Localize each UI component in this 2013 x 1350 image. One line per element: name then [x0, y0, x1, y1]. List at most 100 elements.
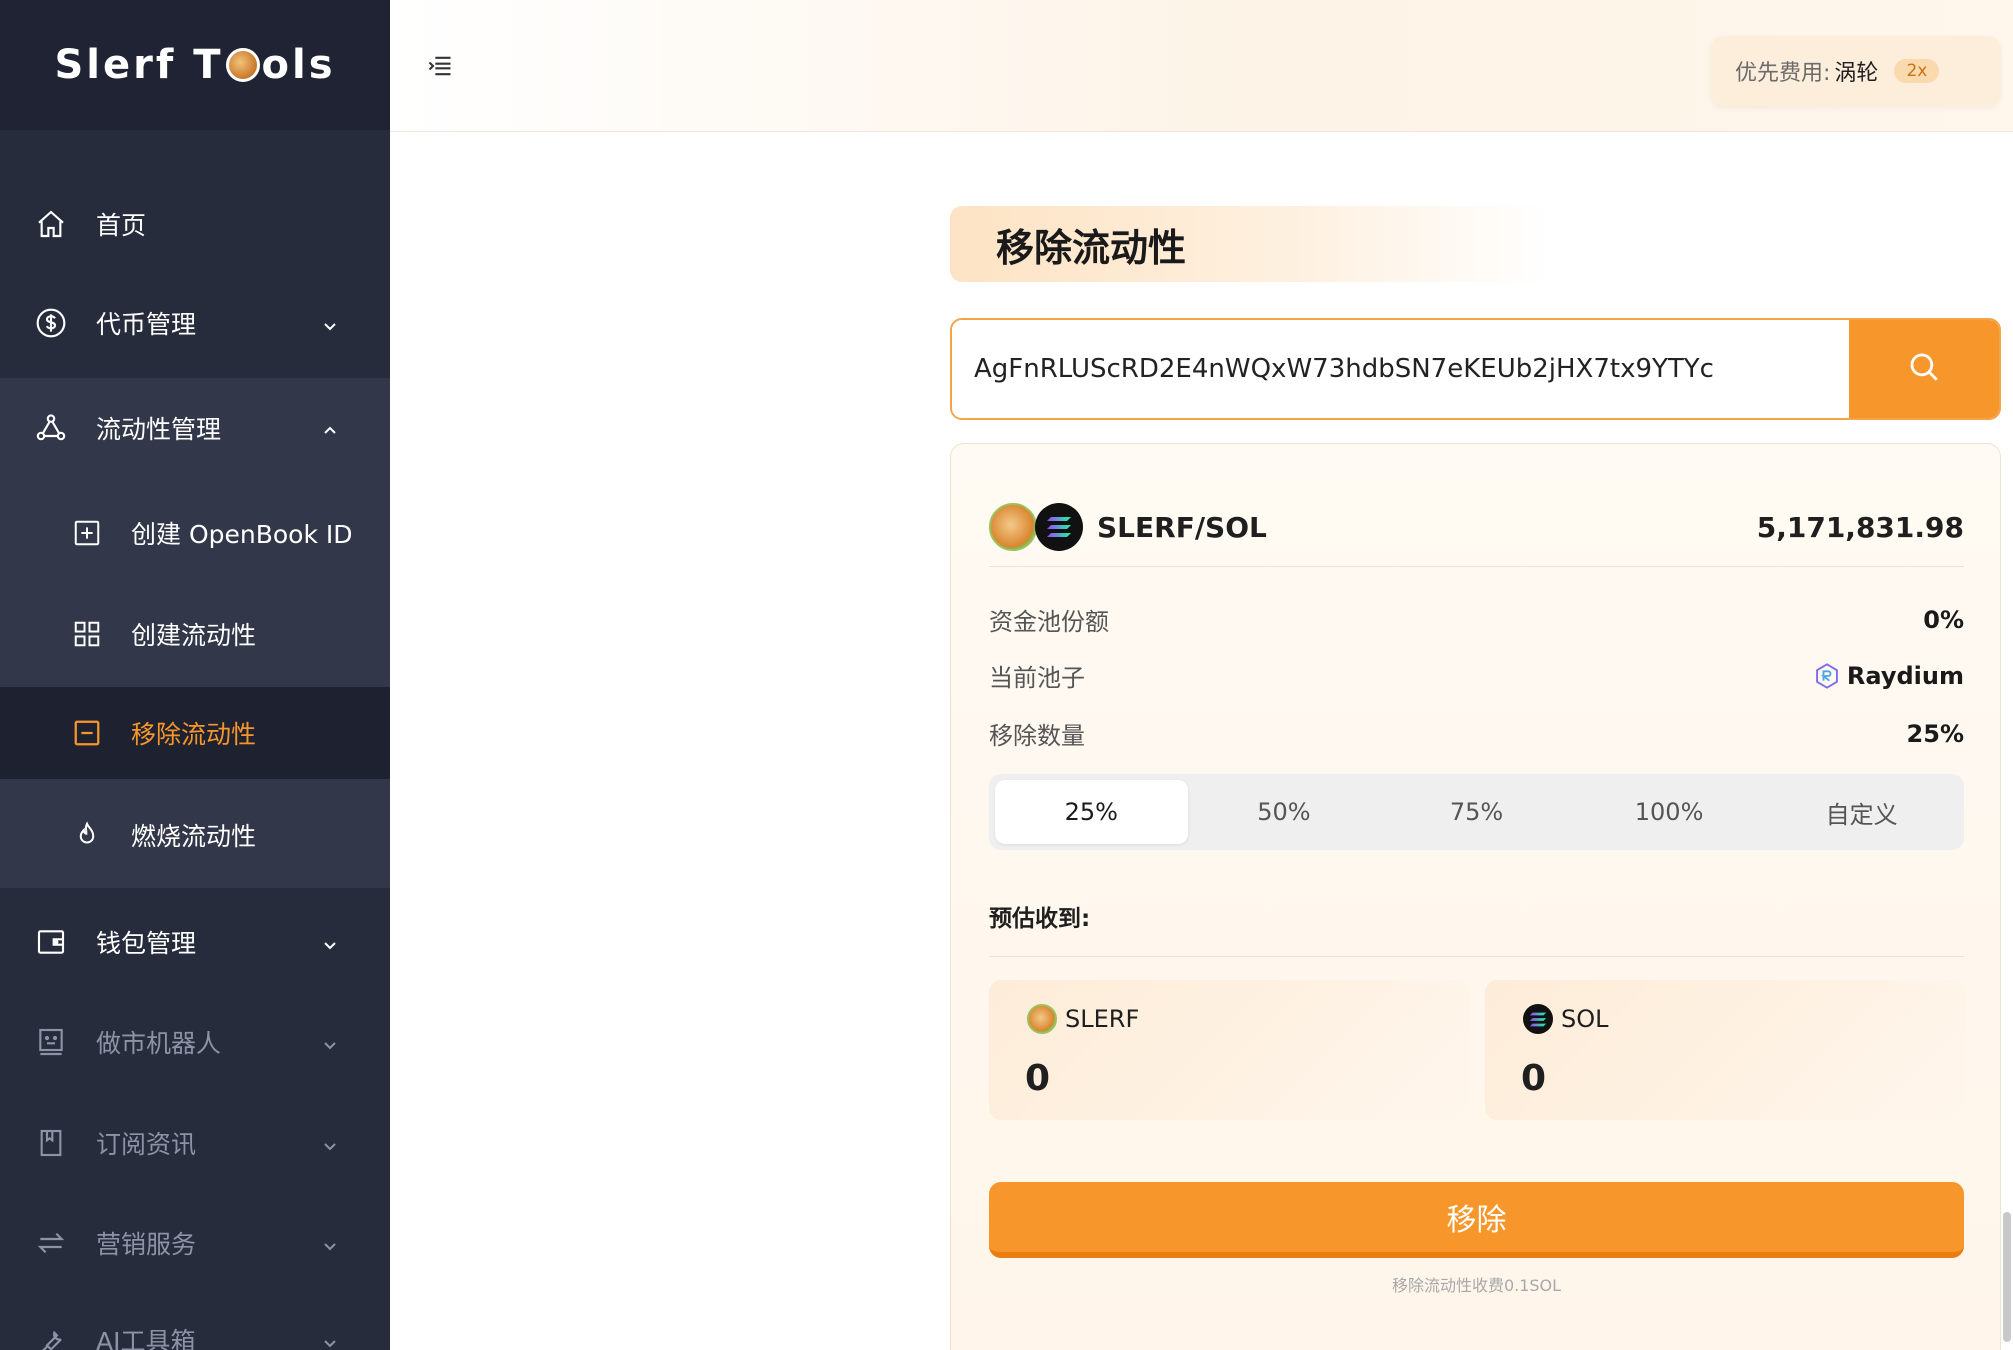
estimate-token-name: SOL — [1561, 1005, 1609, 1033]
row-key: 当前池子 — [989, 664, 1085, 692]
menu-fold-icon[interactable] — [426, 52, 456, 82]
fee-multiplier-badge: 2x — [1894, 59, 1940, 83]
page-title-bar: 移除流动性 — [950, 206, 1550, 282]
wrench-icon — [34, 1323, 68, 1350]
chevron-down-icon — [320, 1133, 340, 1153]
current-pool-row: 当前池子 Raydium — [989, 658, 1964, 693]
sidebar-item-label: 做市机器人 — [96, 1029, 222, 1058]
swap-icon — [34, 1226, 68, 1260]
page-title: 移除流动性 — [996, 225, 1187, 270]
estimate-amount: 0 — [1521, 1058, 1547, 1099]
sol-token-icon — [1035, 503, 1083, 551]
row-value: 0% — [1923, 605, 1964, 634]
top-header: 优先费用: 涡轮 2x — [390, 0, 2013, 132]
estimate-token-name: SLERF — [1065, 1005, 1140, 1033]
row-value: Raydium — [1846, 661, 1964, 690]
logo-text-right: ols — [261, 42, 336, 88]
wallet-icon — [34, 925, 68, 959]
logo-bar: Slerf T ols — [0, 0, 390, 130]
pair-value: 5,171,831.98 — [1756, 510, 1964, 544]
logo-coin-icon — [225, 48, 260, 82]
pair-row: SLERF/SOL 5,171,831.98 — [989, 494, 1964, 560]
pool-share-row: 资金池份额 0% — [989, 602, 1964, 637]
estimate-slerf: SLERF 0 — [989, 980, 1469, 1120]
chevron-down-icon — [320, 1330, 340, 1350]
sidebar-item-label: 流动性管理 — [96, 415, 222, 444]
divider — [989, 566, 1964, 567]
raydium-icon — [1813, 662, 1841, 690]
row-key: 移除数量 — [989, 722, 1085, 750]
pool-address-input[interactable] — [952, 320, 1849, 418]
row-key: 资金池份额 — [989, 608, 1109, 636]
estimate-label: 预估收到: — [989, 906, 1091, 932]
sidebar-item-subscribe-news[interactable]: 订阅资讯 — [0, 1093, 390, 1193]
priority-fee-selector[interactable]: 优先费用: 涡轮 2x — [1711, 36, 2001, 106]
pair-name: SLERF/SOL — [1097, 510, 1267, 544]
divider — [989, 956, 1964, 957]
sidebar-item-label: 创建流动性 — [131, 621, 257, 650]
search-button[interactable] — [1849, 320, 1999, 418]
row-value: 25% — [1906, 719, 1964, 748]
sidebar-item-burn-liquidity[interactable]: 燃烧流动性 — [0, 785, 390, 885]
sol-token-icon — [1523, 1004, 1553, 1034]
sidebar-item-remove-liquidity[interactable]: 移除流动性 — [0, 687, 390, 779]
sidebar-item-marketing-services[interactable]: 营销服务 — [0, 1193, 390, 1293]
chevron-down-icon — [320, 1233, 340, 1253]
sidebar-item-wallet-management[interactable]: 钱包管理 — [0, 892, 390, 992]
percent-selector: 25% 50% 75% 100% 自定义 — [989, 774, 1964, 850]
scrollbar[interactable] — [2003, 1212, 2011, 1342]
percent-option-50[interactable]: 50% — [1188, 780, 1381, 844]
sidebar-item-label: 订阅资讯 — [96, 1130, 197, 1159]
chevron-down-icon — [320, 313, 340, 333]
sidebar-item-liquidity-management[interactable]: 流动性管理 — [0, 378, 390, 478]
sidebar-item-label: 代币管理 — [96, 310, 197, 339]
estimate-sol: SOL 0 — [1485, 980, 1965, 1120]
chevron-up-icon — [320, 418, 340, 438]
network-icon — [34, 411, 68, 445]
sidebar-item-create-liquidity[interactable]: 创建流动性 — [0, 584, 390, 684]
fee-note: 移除流动性收费0.1SOL — [1391, 1276, 1562, 1295]
sidebar-item-label: AI工具箱 — [96, 1327, 196, 1350]
grid-icon — [70, 617, 104, 651]
sidebar-item-token-management[interactable]: 代币管理 — [0, 273, 390, 373]
minus-square-icon — [70, 716, 104, 750]
sidebar-item-ai-toolbox[interactable]: AI工具箱 — [0, 1290, 390, 1350]
fee-value: 涡轮 — [1834, 61, 1879, 86]
robot-icon — [34, 1025, 68, 1059]
percent-option-25[interactable]: 25% — [995, 780, 1188, 844]
slerf-token-icon — [989, 503, 1037, 551]
plus-square-icon — [70, 516, 104, 550]
flame-icon — [70, 818, 104, 852]
pool-value: Raydium — [1813, 662, 1964, 690]
chevron-down-icon — [320, 932, 340, 952]
fee-label: 优先费用: — [1735, 61, 1831, 86]
dollar-icon — [34, 306, 68, 340]
sidebar-item-label: 移除流动性 — [131, 720, 257, 749]
logo-text-left: Slerf T — [54, 42, 224, 88]
percent-option-75[interactable]: 75% — [1380, 780, 1573, 844]
slerf-token-icon — [1027, 1004, 1057, 1034]
sidebar-item-label: 燃烧流动性 — [131, 822, 257, 851]
search-icon — [1907, 350, 1941, 388]
percent-option-100[interactable]: 100% — [1573, 780, 1766, 844]
sidebar-item-label: 钱包管理 — [96, 929, 197, 958]
sidebar: Slerf Tols 首页 代币管理 流动性管理 创建 OpenBook ID … — [0, 0, 390, 1350]
sidebar-item-label: 首页 — [96, 211, 147, 240]
remove-button[interactable]: 移除 — [989, 1182, 1964, 1258]
remove-amount-row: 移除数量 25% — [989, 716, 1964, 751]
sidebar-item-label: 创建 OpenBook ID — [131, 520, 353, 549]
sidebar-item-home[interactable]: 首页 — [0, 174, 390, 274]
liquidity-card: SLERF/SOL 5,171,831.98 资金池份额 0% 当前池子 Ray… — [950, 443, 2001, 1350]
chevron-down-icon — [320, 1032, 340, 1052]
estimate-token: SLERF — [1027, 1004, 1139, 1034]
sidebar-item-market-bot[interactable]: 做市机器人 — [0, 992, 390, 1092]
sidebar-item-create-openbook-id[interactable]: 创建 OpenBook ID — [0, 483, 390, 583]
estimate-token: SOL — [1523, 1004, 1609, 1034]
percent-option-custom[interactable]: 自定义 — [1765, 780, 1958, 844]
estimate-amount: 0 — [1025, 1058, 1051, 1099]
search-bar — [950, 318, 2001, 420]
home-icon — [34, 207, 68, 241]
bookmark-icon — [34, 1126, 68, 1160]
sidebar-item-label: 营销服务 — [96, 1230, 197, 1259]
app-logo[interactable]: Slerf T ols — [55, 42, 336, 88]
